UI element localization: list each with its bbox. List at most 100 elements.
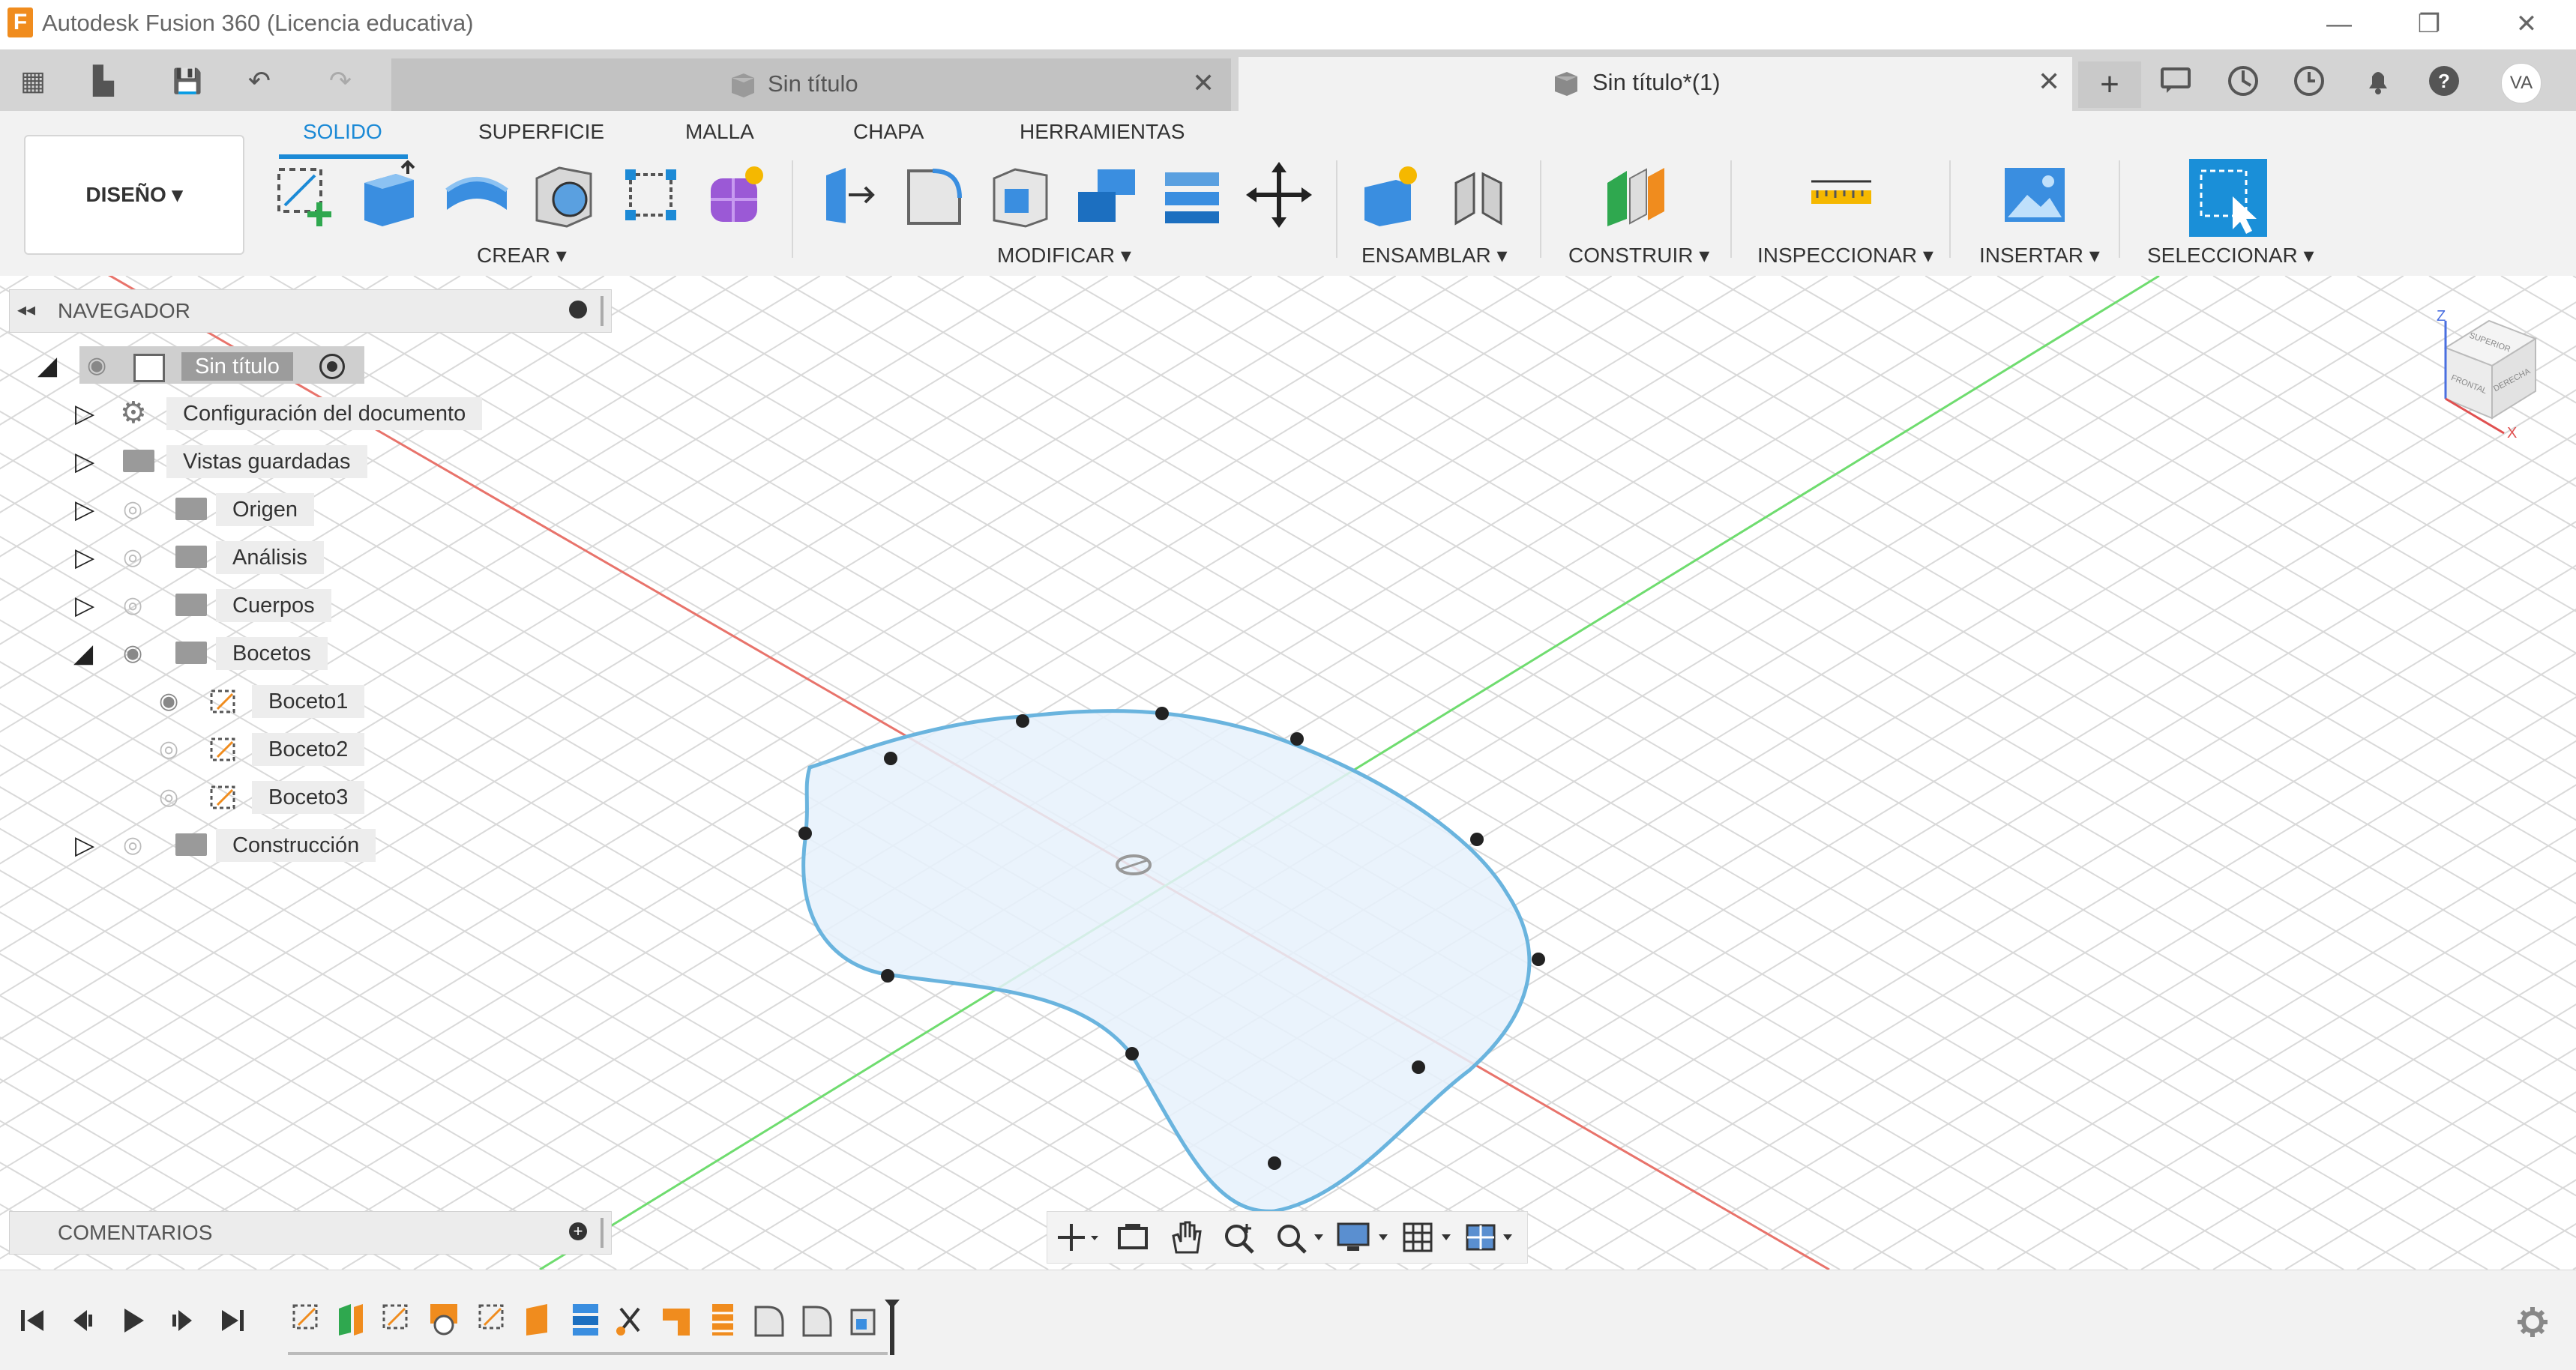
orbit-icon[interactable]: [1056, 1221, 1101, 1254]
tab-sin-titulo[interactable]: Sin título ✕: [391, 58, 1231, 111]
move-icon[interactable]: [1245, 160, 1313, 229]
collapse-panel-icon[interactable]: ◂◂: [17, 299, 35, 321]
play-icon[interactable]: [118, 1306, 148, 1336]
revolve-icon[interactable]: [442, 160, 511, 229]
measure-icon[interactable]: [1807, 160, 1876, 229]
grid-settings-icon[interactable]: [1400, 1219, 1460, 1255]
user-avatar[interactable]: VA: [2501, 63, 2542, 103]
crear-group-menu[interactable]: CREAR ▾: [477, 243, 567, 268]
tree-item-sketch1[interactable]: ◉ Boceto1: [0, 679, 600, 722]
tab-solido[interactable]: SOLIDO: [303, 120, 382, 144]
expand-triangle-icon[interactable]: ▷: [75, 495, 94, 525]
tab-superficie[interactable]: SUPERFICIE: [478, 120, 604, 144]
close-tab-button[interactable]: ✕: [2038, 66, 2060, 97]
close-tab-button[interactable]: ✕: [1192, 67, 1215, 99]
viewports-icon[interactable]: [1463, 1219, 1523, 1255]
go-to-end-icon[interactable]: [217, 1306, 247, 1336]
modificar-group-menu[interactable]: MODIFICAR ▾: [997, 243, 1131, 268]
visibility-eye-icon[interactable]: ◉: [123, 640, 142, 666]
collapse-triangle-icon[interactable]: ◢: [73, 639, 93, 669]
hidden-eye-icon[interactable]: ◎: [123, 832, 142, 858]
go-to-start-icon[interactable]: [18, 1306, 48, 1336]
insert-image-icon[interactable]: [2000, 160, 2069, 229]
help-icon[interactable]: ?: [2428, 64, 2461, 97]
new-component-icon[interactable]: [1357, 160, 1426, 229]
new-tab-button[interactable]: +: [2078, 61, 2141, 108]
display-settings-icon[interactable]: [1335, 1219, 1395, 1255]
expand-triangle-icon[interactable]: ▷: [75, 591, 94, 621]
look-at-icon[interactable]: [1115, 1221, 1152, 1254]
add-comment-icon[interactable]: +: [569, 1222, 587, 1240]
inspeccionar-group-menu[interactable]: INSPECCIONAR ▾: [1757, 243, 1933, 268]
form-icon[interactable]: [700, 160, 769, 229]
workspace-switcher[interactable]: DISEÑO ▾: [24, 135, 244, 255]
restore-button[interactable]: ❐: [2392, 3, 2467, 45]
timeline-features[interactable]: [288, 1295, 918, 1363]
tree-item-saved-views[interactable]: ▷ Vistas guardadas: [0, 439, 600, 483]
close-window-button[interactable]: ✕: [2489, 3, 2564, 45]
construir-group-menu[interactable]: CONSTRUIR ▾: [1568, 243, 1709, 268]
seleccionar-group-menu[interactable]: SELECCIONAR ▾: [2147, 243, 2314, 268]
box-icon[interactable]: [529, 160, 598, 229]
select-icon[interactable]: [2188, 157, 2269, 238]
save-icon[interactable]: 💾: [169, 64, 205, 97]
ensamblar-group-menu[interactable]: ENSAMBLAR ▾: [1361, 243, 1508, 268]
extrude-icon[interactable]: [355, 160, 424, 229]
tree-item-bodies[interactable]: ▷ ◎ Cuerpos: [0, 583, 600, 627]
panel-grip-icon[interactable]: [601, 296, 604, 326]
hidden-eye-icon[interactable]: ◎: [159, 736, 178, 762]
create-sketch-icon[interactable]: [271, 160, 340, 229]
expand-triangle-icon[interactable]: ▷: [75, 399, 94, 429]
offset-face-icon[interactable]: [1158, 160, 1227, 229]
view-cube[interactable]: SUPERIOR FRONTAL DERECHA Z X: [2423, 306, 2543, 441]
tab-malla[interactable]: MALLA: [685, 120, 754, 144]
activate-component-icon[interactable]: [319, 354, 345, 379]
redo-icon[interactable]: ↷: [318, 64, 363, 97]
tree-item-document-settings[interactable]: ▷ ⚙ Configuración del documento: [0, 391, 600, 435]
visibility-eye-icon[interactable]: ◉: [87, 352, 106, 378]
expand-triangle-icon[interactable]: ▷: [75, 447, 94, 477]
shell-icon[interactable]: [985, 160, 1054, 229]
pattern-icon[interactable]: [616, 160, 685, 229]
navigator-options-icon[interactable]: [569, 301, 587, 319]
tree-item-construction[interactable]: ▷ ◎ Construcción: [0, 823, 600, 866]
insertar-group-menu[interactable]: INSERTAR ▾: [1979, 243, 2100, 268]
clock-icon[interactable]: [2293, 64, 2326, 97]
file-menu-icon[interactable]: ▙: [81, 64, 126, 97]
expand-triangle-icon[interactable]: ▷: [75, 543, 94, 573]
tab-herramientas[interactable]: HERRAMIENTAS: [1020, 120, 1185, 144]
tree-item-sketch2[interactable]: ◎ Boceto2: [0, 727, 600, 770]
collapse-triangle-icon[interactable]: ◢: [37, 351, 57, 381]
tab-chapa[interactable]: CHAPA: [853, 120, 924, 144]
sketch-profile[interactable]: [801, 709, 1532, 1213]
hidden-eye-icon[interactable]: ◎: [123, 544, 142, 570]
combine-icon[interactable]: [1072, 160, 1141, 229]
undo-icon[interactable]: ↶: [237, 64, 282, 97]
tree-item-origin[interactable]: ▷ ◎ Origen: [0, 487, 600, 531]
hidden-eye-icon[interactable]: ◎: [123, 496, 142, 522]
app-grid-icon[interactable]: ▦: [15, 64, 51, 97]
fit-zoom-icon[interactable]: [1274, 1219, 1326, 1255]
fillet-icon[interactable]: [900, 160, 969, 229]
hidden-eye-icon[interactable]: ◎: [159, 784, 178, 810]
tree-item-analysis[interactable]: ▷ ◎ Análisis: [0, 535, 600, 579]
panel-grip-icon[interactable]: [601, 1218, 604, 1248]
timeline-feature-icons[interactable]: [292, 1304, 876, 1337]
root-component-label[interactable]: Sin título: [181, 352, 293, 381]
step-back-icon[interactable]: [67, 1306, 97, 1336]
chat-icon[interactable]: [2159, 66, 2192, 96]
tree-item-sketches[interactable]: ◢ ◉ Bocetos: [0, 631, 600, 675]
visibility-eye-icon[interactable]: ◉: [159, 688, 178, 714]
pan-hand-icon[interactable]: [1167, 1219, 1205, 1255]
navigator-panel-header[interactable]: ◂◂ NAVEGADOR: [9, 289, 612, 333]
zoom-icon[interactable]: [1221, 1219, 1259, 1255]
timeline-settings-gear-icon[interactable]: [2516, 1306, 2549, 1339]
joint-icon[interactable]: [1444, 160, 1513, 229]
timeline-marker[interactable]: [885, 1300, 900, 1355]
press-pull-icon[interactable]: [811, 160, 880, 229]
hidden-eye-icon[interactable]: ◎: [123, 592, 142, 618]
tree-root[interactable]: ◢ ◉ Sin título: [0, 343, 600, 387]
tree-item-sketch3[interactable]: ◎ Boceto3: [0, 775, 600, 818]
tab-sin-titulo-1[interactable]: Sin título*(1) ✕: [1239, 57, 2072, 111]
step-forward-icon[interactable]: [168, 1306, 198, 1336]
